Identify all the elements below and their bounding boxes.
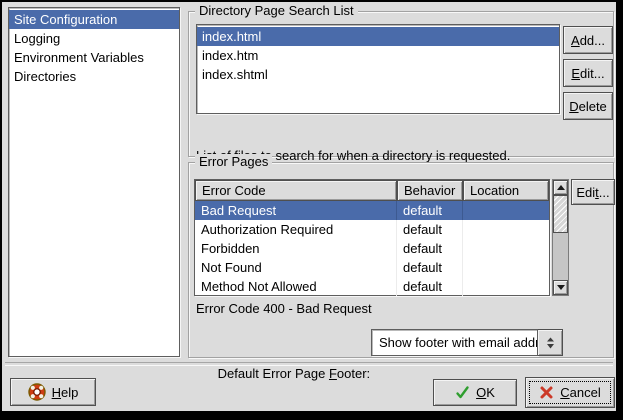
footer-label-post: ooter: [337, 366, 370, 381]
sidebar-item-site-configuration[interactable]: Site Configuration [9, 10, 179, 29]
cancel-button-label-rest: ancel [570, 385, 601, 400]
delete-button-label: D [569, 99, 578, 114]
sidebar-item-logging[interactable]: Logging [9, 29, 179, 48]
footer-dropdown[interactable]: Show footer with email address [371, 329, 563, 356]
life-buoy-icon [28, 383, 46, 401]
sidebar-item-environment-variables[interactable]: Environment Variables [9, 48, 179, 67]
cell-error-code: Forbidden [195, 239, 397, 258]
cancel-button[interactable]: Cancel [525, 377, 615, 408]
scroll-up-icon[interactable] [553, 180, 568, 195]
add-button[interactable]: Add... [563, 26, 613, 54]
edit-button-label-rest: dit... [580, 66, 605, 81]
scrollbar-thumb[interactable] [553, 195, 568, 233]
file-list-item[interactable]: index.htm [197, 46, 559, 65]
default-error-page-footer-label: Default Error Page Footer: [196, 335, 370, 413]
error-edit-label-post: ... [599, 185, 610, 200]
table-row-method-not-allowed[interactable]: Method Not Allowed default [195, 277, 549, 296]
footer-label-mn: F [329, 366, 337, 381]
table-row-bad-request[interactable]: Bad Request default [195, 201, 549, 220]
cell-behavior: default [397, 277, 463, 296]
cancel-button-label: C [560, 385, 569, 400]
check-icon [455, 385, 470, 400]
error-code-status-text: Error Code 400 - Bad Request [196, 301, 372, 317]
scroll-down-icon[interactable] [553, 280, 568, 295]
cell-location [463, 239, 549, 258]
cell-behavior: default [397, 239, 463, 258]
column-header-behavior[interactable]: Behavior [397, 180, 463, 201]
file-list-item[interactable]: index.shtml [197, 65, 559, 84]
cell-error-code: Method Not Allowed [195, 277, 397, 296]
error-table-header: Error Code Behavior Location [195, 180, 549, 201]
cell-location [463, 220, 549, 239]
error-frame-title: Error Pages [195, 154, 272, 170]
error-edit-button[interactable]: Edit... [571, 179, 615, 205]
cell-error-code: Authorization Required [195, 220, 397, 239]
help-button-label: H [52, 385, 61, 400]
directory-page-search-list-frame: Directory Page Search List index.html in… [188, 11, 614, 157]
sidebar-item-directories[interactable]: Directories [9, 67, 179, 86]
directory-page-file-list: index.html index.htm index.shtml [196, 24, 560, 114]
cell-behavior: default [397, 258, 463, 277]
error-pages-frame: Error Pages Error Code Behavior Location… [188, 162, 614, 358]
footer-label-pre: Default Error Page [218, 366, 329, 381]
cell-location [463, 258, 549, 277]
site-configuration-dialog: Site Configuration Logging Environment V… [2, 2, 616, 411]
action-area-separator [5, 362, 613, 366]
add-button-label-rest: dd... [580, 33, 605, 48]
edit-button[interactable]: Edit... [563, 59, 613, 87]
delete-button[interactable]: Delete [563, 92, 613, 120]
add-button-label: A [571, 33, 580, 48]
ok-button-label-rest: K [486, 385, 495, 400]
footer-dropdown-value[interactable]: Show footer with email address [371, 329, 538, 356]
x-icon [539, 385, 554, 400]
ok-button[interactable]: OK [433, 379, 517, 406]
help-button[interactable]: Help [10, 378, 96, 406]
category-list: Site Configuration Logging Environment V… [8, 7, 180, 357]
table-row-forbidden[interactable]: Forbidden default [195, 239, 549, 258]
column-header-location[interactable]: Location [463, 180, 549, 201]
delete-button-label-rest: elete [579, 99, 607, 114]
directory-frame-title: Directory Page Search List [195, 3, 358, 19]
dropdown-arrows-icon[interactable] [538, 329, 563, 356]
column-header-error-code[interactable]: Error Code [195, 180, 397, 201]
cell-error-code: Bad Request [195, 201, 397, 220]
edit-button-label: E [571, 66, 580, 81]
cell-location [463, 277, 549, 296]
file-list-item[interactable]: index.html [197, 27, 559, 46]
table-row-not-found[interactable]: Not Found default [195, 258, 549, 277]
error-table-scrollbar[interactable] [552, 179, 569, 296]
cell-behavior: default [397, 201, 463, 220]
table-row-authorization-required[interactable]: Authorization Required default [195, 220, 549, 239]
cell-location [463, 201, 549, 220]
help-button-label-rest: elp [61, 385, 78, 400]
ok-button-label: O [476, 385, 486, 400]
cell-behavior: default [397, 220, 463, 239]
error-edit-label-pre: Edi [576, 185, 595, 200]
cell-error-code: Not Found [195, 258, 397, 277]
error-pages-table: Error Code Behavior Location Bad Request… [194, 179, 550, 296]
